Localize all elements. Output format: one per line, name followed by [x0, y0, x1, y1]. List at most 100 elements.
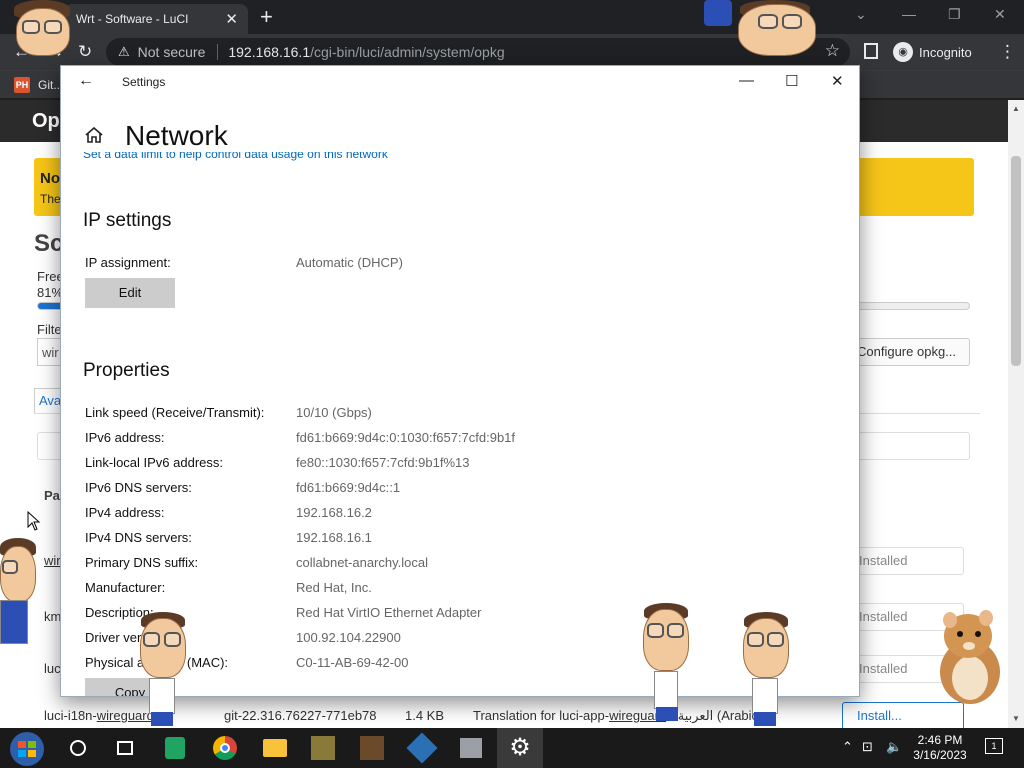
url-path: /cgi-bin/luci/admin/system/opkg [310, 44, 505, 60]
configure-opkg-button[interactable]: Configure opkg... [850, 338, 970, 366]
property-row: Manufacturer: Red Hat, Inc. [85, 580, 835, 600]
properties-heading: Properties [83, 360, 170, 381]
property-value: collabnet-anarchy.local [296, 555, 428, 570]
property-value: fd61:b669:9d4c::1 [296, 480, 401, 495]
banner-title: No [40, 170, 60, 187]
bookmark-star-icon[interactable]: ☆ [825, 41, 840, 61]
chrome-menu-icon[interactable]: ⋮ [999, 42, 1016, 62]
mouse-cursor-icon [27, 511, 41, 531]
settings-minimize-icon[interactable]: — [739, 72, 754, 89]
installed-button: Installed [850, 547, 964, 575]
tray-chevron-icon[interactable]: ⌃ [842, 739, 853, 755]
settings-back-icon[interactable]: ← [78, 72, 94, 90]
side-panel-icon[interactable] [864, 43, 878, 59]
hamster-sticker [940, 610, 1000, 704]
property-value: 10/10 (Gbps) [296, 405, 372, 420]
property-label: IPv4 DNS servers: [85, 530, 192, 545]
property-label: IPv4 address: [85, 505, 165, 520]
not-secure-label[interactable]: Not secure [138, 44, 206, 60]
tab-title: Wrt - Software - LuCI [76, 12, 189, 26]
page-scrollbar[interactable]: ▲ ▼ [1008, 100, 1024, 728]
package-version: git-22.316.76227-771eb78 [224, 708, 377, 723]
notification-icon[interactable]: 1 [985, 738, 1003, 754]
tab-search-chevron-icon[interactable]: ⌄ [855, 6, 867, 23]
property-row: Link-local IPv6 address: fe80::1030:f657:… [85, 455, 835, 475]
scroll-up-icon[interactable]: ▲ [1012, 104, 1020, 113]
windows-taskbar: ⚙ ⌃ ⊡ 🔈 2:46 PM 3/16/2023 1 [0, 728, 1024, 768]
package-name[interactable]: km [44, 609, 61, 624]
ip-assignment-label: IP assignment: [85, 255, 171, 270]
package-name[interactable]: luc [44, 661, 61, 676]
property-row: IPv4 address: 192.168.16.2 [85, 505, 835, 525]
property-value: 192.168.16.1 [296, 530, 372, 545]
property-row: Primary DNS suffix: collabnet-anarchy.loc… [85, 555, 835, 575]
page-title: Sc [34, 230, 64, 257]
settings-window-title: Settings [122, 75, 166, 89]
property-value: Red Hat, Inc. [296, 580, 372, 595]
spreadsheet-app-icon[interactable] [161, 734, 189, 762]
property-label: Link-local IPv6 address: [85, 455, 224, 470]
search-icon[interactable] [64, 734, 92, 762]
property-row: IPv4 DNS servers: 192.168.16.1 [85, 530, 835, 550]
restore-icon[interactable]: ❐ [948, 6, 961, 23]
app-icon[interactable] [358, 734, 386, 762]
separator [217, 44, 219, 60]
incognito-badge[interactable]: ◉ Incognito [893, 42, 972, 62]
scroll-down-icon[interactable]: ▼ [1012, 714, 1020, 723]
app-icon[interactable] [309, 734, 337, 762]
ip-assignment-row: IP assignment: Automatic (DHCP) [85, 255, 835, 275]
reload-icon[interactable]: ↻ [78, 42, 92, 62]
chrome-icon[interactable] [211, 734, 239, 762]
browser-tab[interactable]: Wrt - Software - LuCI ✕ [64, 4, 248, 34]
task-view-icon[interactable] [111, 734, 139, 762]
app-icon[interactable] [406, 732, 438, 764]
cartoon-face-sticker [738, 612, 794, 728]
property-label: IPv6 address: [85, 430, 165, 445]
incognito-icon: ◉ [893, 42, 913, 62]
property-label: Link speed (Receive/Transmit): [85, 405, 265, 420]
property-row: IPv6 DNS servers: fd61:b669:9d4c::1 [85, 480, 835, 500]
ip-settings-heading: IP settings [83, 210, 172, 231]
package-name[interactable]: wir [44, 553, 61, 568]
package-size: 1.4 KB [405, 708, 445, 723]
date: 3/16/2023 [913, 748, 967, 762]
settings-close-icon[interactable]: ✕ [831, 72, 844, 90]
edit-button[interactable]: Edit [85, 278, 175, 308]
new-tab-icon[interactable]: + [260, 4, 273, 30]
settings-gear-icon[interactable]: ⚙ [506, 734, 534, 762]
volume-icon[interactable]: 🔈 [886, 739, 902, 755]
scroll-thumb[interactable] [1011, 156, 1021, 366]
property-row: IPv6 address: fd61:b669:9d4c:0:1030:f657:… [85, 430, 835, 450]
install-button[interactable]: Install... [842, 702, 964, 730]
cartoon-face-sticker [135, 612, 191, 728]
property-label: Manufacturer: [85, 580, 166, 595]
settings-window: ← Settings — ☐ ✕ Network Set a data limi… [60, 65, 860, 697]
column-header-package: Pa [44, 488, 60, 503]
cartoon-face-sticker [0, 538, 40, 648]
property-label: IPv6 DNS servers: [85, 480, 192, 495]
file-explorer-icon[interactable] [261, 734, 289, 762]
clock[interactable]: 2:46 PM 3/16/2023 [906, 733, 974, 763]
start-button[interactable] [10, 732, 44, 766]
property-label: Primary DNS suffix: [85, 555, 199, 570]
package-description: Translation for luci-app-wireguard - الع… [473, 708, 763, 723]
property-value: Red Hat VirtIO Ethernet Adapter [296, 605, 482, 620]
window-close-icon[interactable]: ✕ [994, 6, 1006, 23]
data-limit-link[interactable]: Set a data limit to help control data us… [83, 152, 388, 164]
browser-tab-strip: Wrt - Software - LuCI ✕ + ⌄ — ❐ ✕ [0, 0, 1024, 34]
property-row: Description: Red Hat VirtIO Ethernet Adap… [85, 605, 835, 625]
app-icon[interactable] [457, 734, 485, 762]
property-value: C0-11-AB-69-42-00 [296, 655, 409, 670]
cartoon-face-sticker [8, 0, 78, 58]
settings-titlebar: ← Settings — ☐ ✕ [61, 66, 859, 98]
property-value: fd61:b669:9d4c:0:1030:f657:7cfd:9b1f [296, 430, 516, 445]
minimize-icon[interactable]: — [902, 6, 916, 22]
tab-close-icon[interactable]: ✕ [225, 10, 238, 28]
cartoon-face-sticker [638, 603, 694, 723]
home-icon[interactable] [83, 124, 105, 146]
url-host: 192.168.16.1 [228, 44, 311, 60]
warning-icon: ⚠ [118, 44, 130, 59]
network-icon[interactable]: ⊡ [862, 739, 873, 755]
settings-maximize-icon[interactable]: ☐ [785, 72, 798, 90]
incognito-label: Incognito [919, 44, 972, 60]
